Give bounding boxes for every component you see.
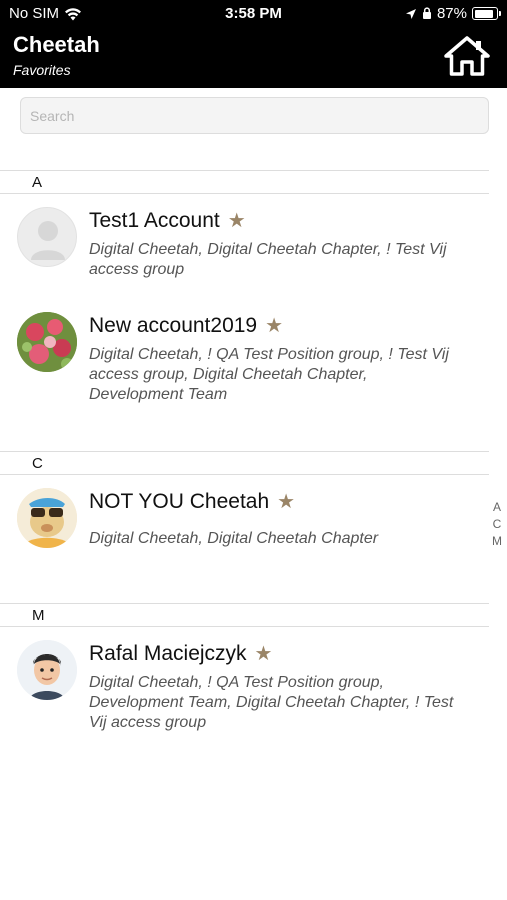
index-letter[interactable]: A: [493, 499, 501, 516]
contact-groups: Digital Cheetah, ! QA Test Position grou…: [89, 674, 454, 731]
contact-name-row: NOT YOU Cheetah ★: [89, 489, 295, 514]
avatar: [17, 207, 77, 267]
lock-icon: [422, 7, 431, 19]
contact-row[interactable]: New account2019 ★ Digital Cheetah, ! QA …: [0, 300, 489, 430]
star-icon: ★: [277, 491, 296, 513]
avatar: [17, 640, 77, 700]
section-header-a: A: [0, 170, 489, 194]
star-icon: ★: [265, 315, 284, 337]
search-bar: [20, 97, 489, 134]
contact-name: NOT YOU Cheetah: [89, 489, 270, 513]
contact-name-row: Test1 Account ★: [89, 208, 246, 233]
flower-avatar-image: [17, 312, 77, 372]
section-letter: A: [32, 174, 43, 191]
contact-name-row: Rafal Maciejczyk ★: [89, 641, 272, 666]
app-title: Cheetah: [13, 32, 100, 57]
battery-percent: 87%: [436, 5, 467, 22]
star-icon: ★: [227, 210, 246, 232]
default-avatar-icon: [31, 221, 65, 260]
page-subtitle: Favorites: [13, 62, 71, 78]
contact-name: New account2019: [89, 313, 258, 337]
contact-row[interactable]: NOT YOU Cheetah ★ Digital Cheetah, Digit…: [0, 476, 489, 576]
avatar: [17, 488, 77, 548]
index-letter[interactable]: C: [493, 516, 502, 533]
section-header-m: M: [0, 603, 489, 627]
star-icon: ★: [254, 643, 273, 665]
cheetah-avatar-image: [17, 488, 77, 548]
location-arrow-icon: [405, 8, 416, 19]
section-index: A C M: [491, 499, 503, 550]
contact-name-row: New account2019 ★: [89, 313, 283, 338]
contact-groups: Digital Cheetah, ! QA Test Position grou…: [89, 346, 449, 403]
contact-row[interactable]: Test1 Account ★ Digital Cheetah, Digital…: [0, 195, 489, 295]
contact-row[interactable]: Rafal Maciejczyk ★ Digital Cheetah, ! QA…: [0, 628, 489, 743]
battery-icon: [472, 7, 501, 20]
app-header: No SIM 3:58 PM 87% Cheetah Favorites: [0, 0, 507, 88]
memoji-avatar-image: [17, 640, 77, 700]
index-letter[interactable]: M: [492, 533, 502, 550]
section-letter: M: [32, 607, 45, 624]
search-input[interactable]: [21, 98, 488, 133]
contact-name: Test1 Account: [89, 208, 220, 232]
contact-name: Rafal Maciejczyk: [89, 641, 247, 665]
section-header-c: C: [0, 451, 489, 475]
home-icon[interactable]: [444, 36, 490, 76]
contact-groups: Digital Cheetah, Digital Cheetah Chapter…: [89, 241, 447, 278]
section-letter: C: [32, 455, 43, 472]
avatar: [17, 312, 77, 372]
status-bar: No SIM 3:58 PM 87%: [0, 0, 507, 28]
contact-groups: Digital Cheetah, Digital Cheetah Chapter: [89, 530, 379, 547]
